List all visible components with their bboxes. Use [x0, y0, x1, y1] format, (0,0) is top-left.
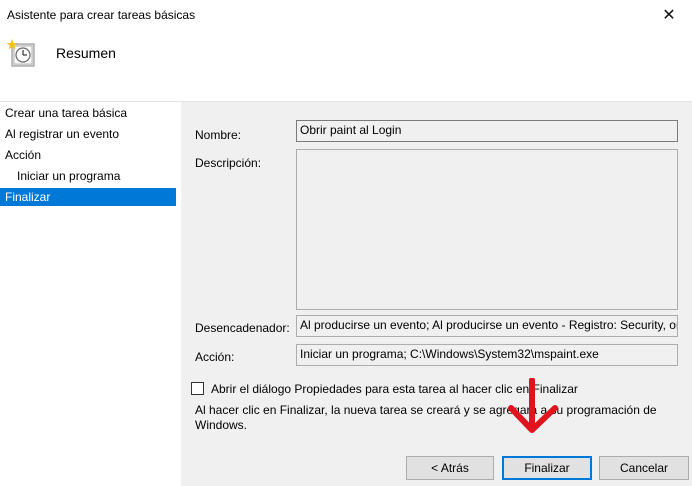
sidebar-item-trigger[interactable]: Al registrar un evento	[0, 125, 176, 143]
cancel-button[interactable]: Cancelar	[599, 456, 689, 480]
open-properties-checkbox[interactable]	[191, 382, 204, 395]
sidebar-item-create-task[interactable]: Crear una tarea básica	[0, 104, 176, 122]
wizard-header: Resumen	[0, 30, 692, 102]
description-field[interactable]	[296, 149, 678, 310]
back-button[interactable]: < Atrás	[406, 456, 494, 480]
close-icon: ✕	[662, 7, 676, 24]
open-properties-label[interactable]: Abrir el diálogo Propiedades para esta t…	[211, 382, 578, 396]
finish-button[interactable]: Finalizar	[502, 456, 592, 480]
clock-task-icon	[6, 39, 35, 67]
close-button[interactable]: ✕	[646, 0, 692, 30]
summary-panel: Nombre: Obrir paint al Login Descripción…	[181, 102, 692, 486]
finish-note: Al hacer clic en Finalizar, la nueva tar…	[195, 403, 657, 432]
page-title: Resumen	[56, 45, 116, 61]
title-bar: Asistente para crear tareas básicas ✕	[0, 0, 692, 30]
description-label: Descripción:	[195, 156, 262, 170]
trigger-field[interactable]: Al producirse un evento; Al producirse u…	[296, 315, 678, 337]
name-label: Nombre:	[195, 128, 242, 142]
sidebar-item-finish[interactable]: Finalizar	[0, 188, 176, 206]
name-field[interactable]: Obrir paint al Login	[296, 120, 678, 142]
trigger-label: Desencadenador:	[195, 321, 290, 335]
sidebar-item-action[interactable]: Acción	[0, 146, 176, 164]
action-field[interactable]: Iniciar un programa; C:\Windows\System32…	[296, 344, 678, 366]
action-label: Acción:	[195, 350, 235, 364]
wizard-steps-sidebar: Crear una tarea básica Al registrar un e…	[0, 102, 180, 486]
sidebar-item-start-program[interactable]: Iniciar un programa	[0, 167, 176, 185]
window-title: Asistente para crear tareas básicas	[7, 8, 196, 22]
